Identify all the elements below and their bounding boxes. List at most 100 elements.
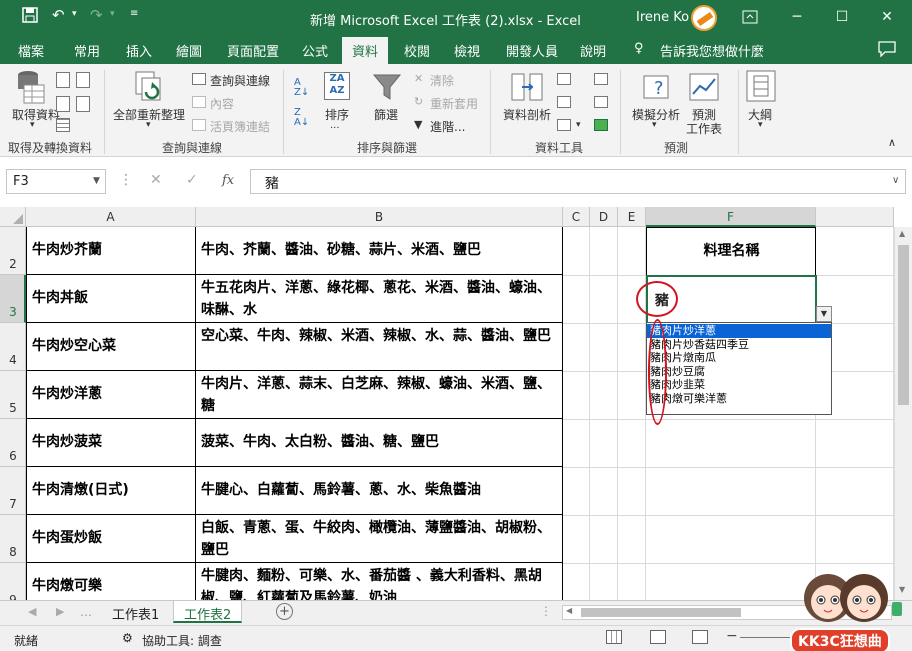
accessibility-status[interactable]: 協助工具: 調查: [142, 632, 222, 649]
page-layout-view-icon[interactable]: [650, 630, 666, 644]
column-header-b[interactable]: B: [196, 207, 563, 227]
remove-duplicates-icon[interactable]: [557, 96, 571, 108]
cell-a2[interactable]: 牛肉炒芥蘭: [26, 227, 196, 275]
tab-draw[interactable]: 繪圖: [176, 41, 202, 60]
reapply-button[interactable]: 重新套用: [430, 95, 478, 112]
cell-b7[interactable]: 牛腱心、白蘿蔔、馬鈴薯、蔥、水、柴魚醬油: [196, 467, 563, 515]
advanced-button[interactable]: 進階...: [430, 118, 465, 135]
add-sheet-icon[interactable]: +: [276, 603, 293, 620]
formula-bar-handle[interactable]: ⋮: [119, 172, 133, 188]
tab-help[interactable]: 說明: [580, 41, 606, 60]
cell-b6[interactable]: 菠菜、牛肉、太白粉、醬油、糖、鹽巴: [196, 419, 563, 467]
edit-links-button[interactable]: 活頁簿連結: [210, 118, 270, 135]
zoom-out-icon[interactable]: −: [726, 628, 738, 644]
tell-me-search[interactable]: 告訴我您想做什麼: [660, 41, 764, 60]
dropdown-option[interactable]: 豬肉片炒洋蔥: [647, 324, 831, 338]
column-header-a[interactable]: A: [26, 207, 196, 227]
sheet-tab-2[interactable]: 工作表2: [173, 601, 243, 623]
undo-dropdown-icon[interactable]: ▾: [72, 9, 77, 19]
cancel-icon[interactable]: ✕: [150, 172, 162, 188]
save-icon[interactable]: [22, 7, 38, 27]
insert-function-icon[interactable]: fx: [222, 173, 234, 188]
sort-z-a-icon[interactable]: Z A↓: [294, 108, 309, 128]
row-header-6[interactable]: 6: [0, 419, 26, 467]
data-validation-dropdown-icon[interactable]: ▾: [576, 120, 581, 130]
horizontal-scroll-thumb[interactable]: [581, 608, 741, 617]
sort-a-z-icon[interactable]: A Z↓: [294, 78, 309, 98]
cell-b5[interactable]: 牛肉片、洋蔥、蒜末、白芝麻、辣椒、蠔油、米酒、鹽、糖: [196, 371, 563, 419]
data-model-icon[interactable]: [594, 119, 608, 131]
validation-dropdown-button[interactable]: ▼: [816, 306, 832, 322]
dropdown-option[interactable]: 豬肉燉可樂洋蔥: [647, 392, 831, 406]
select-all-corner[interactable]: [0, 207, 26, 227]
cell-b4[interactable]: 空心菜、牛肉、辣椒、米酒、辣椒、水、蒜、醬油、鹽巴: [196, 323, 563, 371]
sheet-tab-1[interactable]: 工作表1: [102, 601, 169, 623]
from-web-icon[interactable]: [56, 96, 70, 112]
cell-f2[interactable]: 料理名稱: [646, 227, 816, 276]
row-header-3[interactable]: 3: [0, 275, 26, 323]
page-break-view-icon[interactable]: [692, 630, 708, 644]
clear-button[interactable]: 清除: [430, 72, 454, 89]
consolidate-icon[interactable]: [594, 73, 608, 85]
next-sheet-icon[interactable]: ▶: [56, 605, 64, 618]
name-box[interactable]: F3: [6, 169, 106, 194]
ribbon-display-icon[interactable]: [736, 5, 764, 29]
tab-data[interactable]: 資料: [342, 37, 389, 64]
tab-formulas[interactable]: 公式: [302, 41, 328, 60]
properties-button[interactable]: 內容: [210, 95, 234, 112]
customize-qat-icon[interactable]: ≡: [130, 8, 138, 19]
cell-b9[interactable]: 牛腱肉、麵粉、可樂、水、番茄醬 、義大利香料、黑胡椒、鹽、紅蘿蔔及馬鈴薯、奶油: [196, 563, 563, 600]
cell-a8[interactable]: 牛肉蛋炒飯: [26, 515, 196, 563]
cell-a9[interactable]: 牛肉燉可樂: [26, 563, 196, 600]
cell-a7[interactable]: 牛肉清燉(日式): [26, 467, 196, 515]
normal-view-icon[interactable]: [606, 630, 622, 644]
from-text-icon[interactable]: [56, 72, 70, 88]
cell-a6[interactable]: 牛肉炒菠菜: [26, 419, 196, 467]
worksheet-grid[interactable]: A B C D E F 2 3 4 5 6 7 8 9 牛肉炒芥蘭 牛肉、芥蘭、…: [0, 207, 912, 600]
dropdown-option[interactable]: 豬肉炒豆腐: [647, 365, 831, 379]
data-validation-icon[interactable]: [557, 119, 571, 131]
formula-input[interactable]: 豬: [250, 169, 906, 194]
column-header-f[interactable]: F: [646, 207, 816, 227]
tab-insert[interactable]: 插入: [126, 41, 152, 60]
scroll-left-icon[interactable]: ◀: [566, 606, 572, 615]
name-box-dropdown-icon[interactable]: ▼: [93, 176, 100, 186]
column-header-g[interactable]: [816, 207, 894, 227]
tab-review[interactable]: 校閱: [404, 41, 430, 60]
column-header-e[interactable]: E: [618, 207, 646, 227]
avatar[interactable]: [691, 5, 717, 31]
column-header-d[interactable]: D: [590, 207, 618, 227]
cell-a4[interactable]: 牛肉炒空心菜: [26, 323, 196, 371]
relationships-icon[interactable]: [594, 96, 608, 108]
tab-file[interactable]: 檔案: [18, 41, 44, 60]
row-header-4[interactable]: 4: [0, 323, 26, 371]
from-table-icon[interactable]: [56, 118, 70, 132]
dropdown-option[interactable]: 豬肉片燉南瓜: [647, 351, 831, 365]
column-c-cells[interactable]: [563, 227, 590, 600]
cell-a5[interactable]: 牛肉炒洋蔥: [26, 371, 196, 419]
tab-page-layout[interactable]: 頁面配置: [227, 41, 279, 60]
row-header-2[interactable]: 2: [0, 227, 26, 275]
dropdown-option[interactable]: 豬肉片炒香菇四季豆: [647, 338, 831, 352]
row-header-7[interactable]: 7: [0, 467, 26, 515]
tab-developer[interactable]: 開發人員: [506, 41, 558, 60]
close-icon[interactable]: ✕: [873, 5, 901, 29]
tab-view[interactable]: 檢視: [454, 41, 480, 60]
dropdown-option[interactable]: 豬肉炒韭菜: [647, 378, 831, 392]
cell-a3[interactable]: 牛肉丼飯: [26, 275, 196, 323]
existing-connections-icon[interactable]: [76, 96, 90, 112]
row-header-8[interactable]: 8: [0, 515, 26, 563]
column-d-cells[interactable]: [590, 227, 618, 600]
tab-home[interactable]: 常用: [74, 41, 100, 60]
prev-sheet-icon[interactable]: ◀: [28, 605, 36, 618]
sheet-split-handle[interactable]: ⋮: [540, 604, 552, 618]
collapse-ribbon-icon[interactable]: ∧: [888, 136, 896, 149]
cell-b2[interactable]: 牛肉、芥蘭、醬油、砂糖、蒜片、米酒、鹽巴: [196, 227, 563, 275]
user-name[interactable]: Irene Ko: [636, 10, 689, 25]
vertical-scroll-thumb[interactable]: [898, 245, 909, 405]
enter-icon[interactable]: ✓: [186, 172, 198, 188]
undo-icon[interactable]: ↶: [52, 6, 65, 24]
expand-formula-icon[interactable]: ∨: [892, 175, 899, 186]
column-header-c[interactable]: C: [563, 207, 590, 227]
cell-b8[interactable]: 白飯、青蔥、蛋、牛絞肉、橄欖油、薄鹽醬油、胡椒粉、鹽巴: [196, 515, 563, 563]
